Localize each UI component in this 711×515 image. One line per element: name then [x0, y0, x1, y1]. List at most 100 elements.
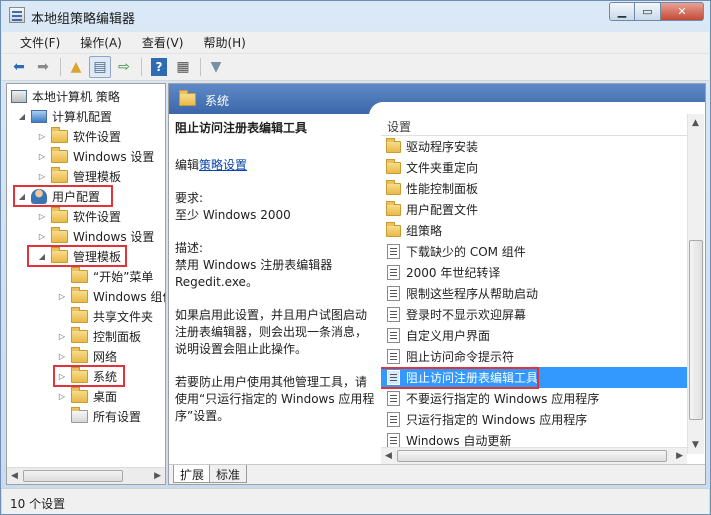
extended-description: 阻止访问注册表编辑工具 编辑策略设置 要求: 至少 Windows 2000 描…: [175, 120, 375, 441]
list-item-setting[interactable]: 下载缺少的 COM 组件: [381, 241, 687, 262]
tab-standard[interactable]: 标准: [209, 465, 248, 483]
list-item-folder[interactable]: 驱动程序安装: [381, 136, 687, 157]
expand-arrow-icon[interactable]: ▷: [57, 292, 67, 301]
filter-icon[interactable]: ▼: [205, 56, 227, 78]
annotation-box-user-config: [13, 185, 113, 207]
tree-item-computer-config[interactable]: ◢ 计算机配置: [17, 106, 112, 126]
tab-extended[interactable]: 扩展: [173, 465, 212, 483]
annotation-box-system: [53, 365, 125, 387]
list-item-folder[interactable]: 组策略: [381, 220, 687, 241]
close-button[interactable]: ✕: [661, 2, 704, 21]
menu-help[interactable]: 帮助(H): [193, 34, 255, 51]
list-item-setting[interactable]: 只运行指定的 Windows 应用程序: [381, 409, 687, 430]
maximize-button[interactable]: ▭: [635, 2, 661, 21]
description-label: 描述:: [175, 241, 204, 255]
tree-item-control-panel[interactable]: ▷ 控制面板: [57, 326, 141, 346]
help-icon[interactable]: ?: [151, 58, 167, 76]
tree-item-user-windows-settings[interactable]: ▷ Windows 设置: [37, 226, 154, 246]
menu-bar: 文件(F) 操作(A) 查看(V) 帮助(H): [2, 32, 709, 54]
tree-label: “开始”菜单: [93, 269, 154, 284]
details-pane: 系统 阻止访问注册表编辑工具 编辑策略设置 要求: 至少 Windows 200…: [168, 83, 706, 485]
list-item-setting[interactable]: 2000 年世纪转译: [381, 262, 687, 283]
list-item-label: 2000 年世纪转译: [406, 266, 501, 280]
list-item-label: 限制这些程序从帮助启动: [406, 287, 539, 301]
list-horizontal-scrollbar[interactable]: ◀ ▶: [381, 447, 687, 464]
list-item-setting[interactable]: 不要运行指定的 Windows 应用程序: [381, 388, 687, 409]
tree-item-all-settings[interactable]: 所有设置: [71, 406, 141, 426]
expand-arrow-icon[interactable]: ▷: [37, 172, 47, 181]
expand-arrow-icon[interactable]: ▷: [37, 232, 47, 241]
toolbar-separator: [141, 58, 142, 76]
tree-item-software-settings[interactable]: ▷ 软件设置: [37, 126, 121, 146]
tree-item-user-software-settings[interactable]: ▷ 软件设置: [37, 206, 121, 226]
status-text: 10 个设置: [10, 497, 66, 511]
expand-arrow-icon[interactable]: ▷: [37, 132, 47, 141]
tree-label: 共享文件夹: [93, 309, 154, 324]
policy-settings-link[interactable]: 策略设置: [199, 158, 247, 172]
minimize-button[interactable]: ▁: [609, 2, 635, 21]
tree-item-admin-templates[interactable]: ▷ 管理模板: [37, 166, 121, 186]
expand-arrow-icon[interactable]: ▷: [37, 212, 47, 221]
list-item-label: 登录时不显示欢迎屏幕: [406, 308, 527, 322]
folder-icon: [386, 179, 401, 195]
menu-action[interactable]: 操作(A): [70, 34, 132, 51]
tree-label: 管理模板: [73, 169, 122, 184]
tree-item-shared-folders[interactable]: 共享文件夹: [71, 306, 153, 326]
expand-arrow-icon[interactable]: ▷: [57, 332, 67, 341]
show-hide-tree-icon[interactable]: ▤: [89, 56, 111, 78]
scroll-down-icon[interactable]: ▼: [692, 440, 699, 450]
scroll-up-icon[interactable]: ▲: [692, 118, 699, 128]
list-item-folder[interactable]: 性能控制面板: [381, 178, 687, 199]
tree-label: 软件设置: [73, 209, 122, 224]
export-list-icon[interactable]: ⇨: [113, 56, 135, 78]
tree-item-windows-components[interactable]: ▷ Windows 组件: [57, 286, 165, 306]
list-item-label: 不要运行指定的 Windows 应用程序: [406, 392, 600, 406]
up-folder-icon[interactable]: ▲: [65, 56, 87, 78]
list-item-folder[interactable]: 用户配置文件: [381, 199, 687, 220]
scroll-right-icon[interactable]: ▶: [676, 451, 683, 461]
annotation-box-admin-templates: [27, 245, 127, 267]
tree-item-desktop[interactable]: ▷ 桌面: [57, 386, 117, 406]
menu-view[interactable]: 查看(V): [132, 34, 194, 51]
tree-item-windows-settings[interactable]: ▷ Windows 设置: [37, 146, 154, 166]
tree-item-network[interactable]: ▷ 网络: [57, 346, 117, 366]
description-line1: 禁用 Windows 注册表编辑器: [175, 258, 333, 272]
back-arrow-icon[interactable]: ⬅: [8, 56, 30, 78]
folder-icon: [386, 158, 401, 174]
collapse-arrow-icon[interactable]: ◢: [17, 112, 27, 121]
list-item-setting[interactable]: 限制这些程序从帮助启动: [381, 283, 687, 304]
list-item-setting[interactable]: 登录时不显示欢迎屏幕: [381, 304, 687, 325]
expand-arrow-icon[interactable]: ▷: [37, 152, 47, 161]
list-item-setting[interactable]: 自定义用户界面: [381, 325, 687, 346]
requirements-label: 要求:: [175, 191, 204, 205]
scrollbar-thumb[interactable]: [397, 450, 667, 462]
folder-icon: [51, 206, 68, 223]
menu-file[interactable]: 文件(F): [10, 34, 70, 51]
list-item-setting[interactable]: 阻止访问命令提示符: [381, 346, 687, 367]
expand-arrow-icon[interactable]: ▷: [57, 352, 67, 361]
forward-arrow-icon[interactable]: ➡: [32, 56, 54, 78]
scrollbar-thumb[interactable]: [23, 470, 123, 482]
computer-icon: [31, 109, 47, 123]
title-bar[interactable]: 本地组策略编辑器 ▁ ▭ ✕: [1, 1, 710, 31]
scroll-left-icon[interactable]: ◀: [385, 451, 392, 461]
tree-label: 本地计算机 策略: [32, 89, 120, 104]
properties-icon[interactable]: ▦: [172, 56, 194, 78]
edit-prefix: 编辑: [175, 158, 200, 172]
column-header-settings[interactable]: 设置: [381, 114, 687, 136]
description-paragraph3: 若要防止用户使用其他管理工具，请使用“只运行指定的 Windows 应用程序”设…: [175, 375, 375, 423]
policy-setting-icon: [387, 391, 400, 406]
folder-icon: [71, 266, 88, 283]
scroll-left-icon[interactable]: ◀: [11, 471, 18, 481]
window-title: 本地组策略编辑器: [31, 12, 136, 27]
tree-item-start-menu[interactable]: “开始”菜单: [71, 266, 153, 286]
expand-arrow-icon[interactable]: ▷: [57, 392, 67, 401]
tree-horizontal-scrollbar[interactable]: ◀ ▶: [7, 467, 165, 484]
view-tabs: 扩展 标准: [169, 464, 705, 484]
scroll-right-icon[interactable]: ▶: [154, 471, 161, 481]
list-vertical-scrollbar[interactable]: ▲ ▼: [687, 114, 704, 454]
scrollbar-thumb[interactable]: [689, 240, 703, 420]
tree-item-local-policy[interactable]: 本地计算机 策略: [11, 86, 120, 106]
list-item-folder[interactable]: 文件夹重定向: [381, 157, 687, 178]
list-item-label: 阻止访问命令提示符: [406, 350, 515, 364]
